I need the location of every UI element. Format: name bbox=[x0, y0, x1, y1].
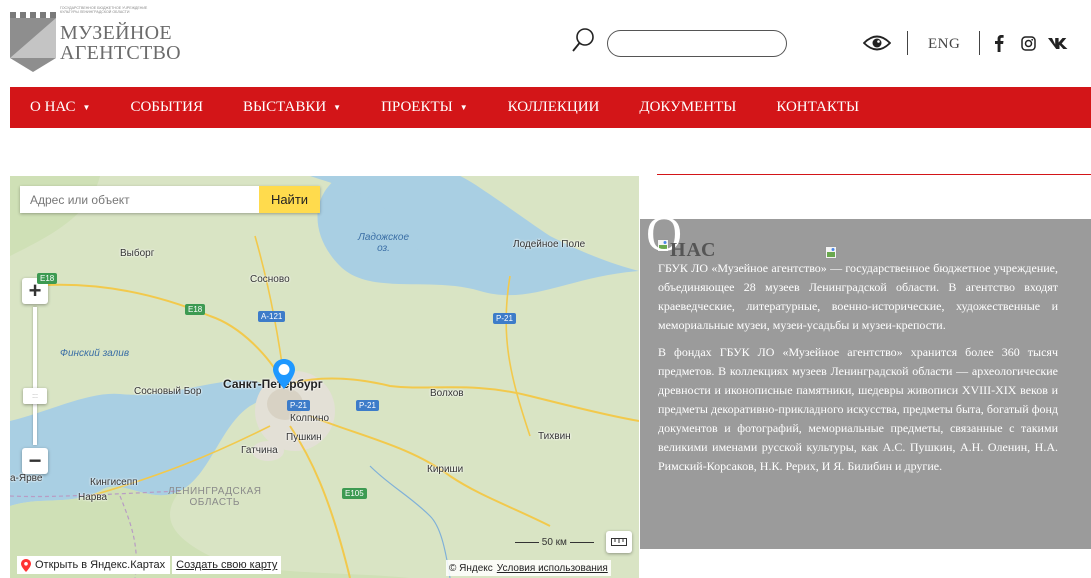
nav-item-projects[interactable]: ПРОЕКТЫ ▼ bbox=[381, 99, 468, 116]
map-search-bar: Найти bbox=[20, 186, 320, 213]
terms-of-use-link[interactable]: Условия использования bbox=[497, 563, 608, 574]
map-canvas bbox=[10, 176, 639, 578]
zoom-slider-track[interactable] bbox=[33, 307, 37, 445]
logo[interactable]: Государственное бюджетное учреждение кул… bbox=[9, 6, 181, 72]
map-label-volkhov: Волхов bbox=[430, 388, 464, 399]
road-badge: E18 bbox=[37, 273, 58, 284]
nav-item-label: О НАС bbox=[30, 99, 76, 115]
road-badge: P-21 bbox=[493, 313, 516, 324]
instagram-icon[interactable] bbox=[1019, 33, 1037, 53]
zoom-out-button[interactable]: − bbox=[22, 448, 48, 474]
map-label-gatchina: Гатчина bbox=[241, 445, 278, 456]
broken-image-icon bbox=[825, 246, 837, 259]
open-yandex-maps-link[interactable]: Открыть в Яндекс.Картах bbox=[17, 556, 171, 574]
map-label-sosnovo: Сосново bbox=[250, 274, 290, 285]
map-label-narva: Нарва bbox=[78, 492, 108, 503]
search-icon[interactable] bbox=[571, 27, 595, 53]
header-divider bbox=[907, 31, 908, 55]
about-panel: О НАС ГБУК ЛО «Музейное агентство» — гос… bbox=[640, 208, 1091, 549]
logo-caption: Государственное бюджетное учреждение кул… bbox=[60, 6, 148, 15]
road-badge: E105 bbox=[342, 488, 367, 499]
zoom-slider-handle[interactable]: ::: bbox=[23, 388, 47, 404]
road-badge: A-121 bbox=[258, 311, 286, 322]
map-label-kingisepp: Кингисепп bbox=[90, 477, 138, 488]
map-search-input[interactable] bbox=[20, 186, 259, 213]
map-label-vyborg: Выборг bbox=[120, 248, 155, 259]
open-yandex-maps-label: Открыть в Яндекс.Картах bbox=[35, 559, 166, 571]
map-scale-label: 50 км bbox=[541, 537, 567, 548]
main-nav: О НАС ▼ СОБЫТИЯ ВЫСТАВКИ ▼ ПРОЕКТЫ ▼ КОЛЛЕК… bbox=[10, 87, 1091, 128]
road-badge: P-21 bbox=[356, 400, 379, 411]
nav-item-label: ВЫСТАВКИ bbox=[242, 99, 327, 115]
nav-item-contacts[interactable]: КОНТАКТЫ bbox=[776, 99, 859, 116]
nav-item-documents[interactable]: ДОКУМЕНТЫ bbox=[639, 99, 736, 116]
about-paragraph: ГБУК ЛО «Музейное агентство» — государст… bbox=[658, 261, 1058, 332]
map-footer-links: Открыть в Яндекс.Картах Создать свою кар… bbox=[17, 556, 282, 574]
ruler-icon[interactable] bbox=[606, 531, 632, 553]
about-text: ГБУК ЛО «Музейное агентство» — государст… bbox=[658, 259, 1058, 484]
map-label-region: ЛЕНИНГРАДСКАЯ ОБЛАСТЬ bbox=[168, 486, 262, 508]
map-label-kolpino: Колпино bbox=[290, 413, 330, 424]
map-label-ladoga: Ладожское оз. bbox=[358, 232, 410, 254]
map-label-pushkin: Пушкин bbox=[286, 432, 322, 443]
vk-icon[interactable] bbox=[1046, 33, 1070, 53]
map-search-button[interactable]: Найти bbox=[259, 186, 320, 213]
yandex-pin-icon bbox=[21, 558, 31, 572]
nav-item-events[interactable]: СОБЫТИЯ bbox=[130, 99, 203, 116]
nav-item-exhibitions[interactable]: ВЫСТАВКИ ▼ bbox=[243, 99, 341, 116]
section-divider bbox=[657, 174, 1091, 175]
logo-title-line1: МУЗЕЙНОЕ bbox=[60, 22, 172, 44]
logo-title-line2: АГЕНТСТВО bbox=[60, 42, 181, 64]
map-scale: 50 км bbox=[515, 537, 594, 548]
map-label-tikhvin: Тихвин bbox=[538, 431, 571, 442]
search-input[interactable] bbox=[607, 30, 787, 57]
map-copyright: © Яндекс Условия использования bbox=[446, 560, 611, 576]
copyright-text: © Яндекс bbox=[449, 562, 493, 574]
site-header: Государственное бюджетное учреждение кул… bbox=[0, 0, 1091, 86]
road-badge: P-21 bbox=[287, 400, 310, 411]
nav-item-label: КОНТАКТЫ bbox=[776, 99, 860, 115]
map-label-sosnovy-bor: Сосновый Бор bbox=[134, 386, 202, 397]
eye-icon[interactable] bbox=[863, 34, 891, 52]
nav-item-label: КОЛЛЕКЦИИ bbox=[507, 99, 600, 115]
nav-item-label: ПРОЕКТЫ bbox=[381, 99, 453, 115]
language-switch[interactable]: ENG bbox=[928, 36, 960, 53]
about-paragraph: В фондах ГБУК ЛО «Музейное агентство» хр… bbox=[658, 345, 1058, 473]
map-label-lodeynoe-pole: Лодейное Поле bbox=[513, 239, 586, 250]
nav-item-label: СОБЫТИЯ bbox=[130, 99, 203, 115]
map-label-kirishi: Кириши bbox=[427, 464, 464, 475]
chevron-down-icon: ▼ bbox=[82, 103, 91, 112]
chevron-down-icon: ▼ bbox=[333, 103, 342, 112]
nav-item-collections[interactable]: КОЛЛЕКЦИИ bbox=[508, 99, 600, 116]
create-map-link[interactable]: Создать свою карту bbox=[172, 556, 282, 574]
map-pin-icon[interactable] bbox=[272, 358, 296, 390]
header-divider bbox=[979, 31, 980, 55]
map-label-yarve: а-Ярве bbox=[10, 473, 43, 484]
map-label-finnish-gulf: Финский залив bbox=[60, 348, 130, 359]
yandex-map[interactable]: Найти + ::: − Ладожское оз. Лодейное Пол… bbox=[10, 176, 639, 578]
road-badge: E18 bbox=[185, 304, 206, 315]
nav-item-label: ДОКУМЕНТЫ bbox=[639, 99, 737, 115]
facebook-icon[interactable] bbox=[993, 33, 1005, 53]
chevron-down-icon: ▼ bbox=[459, 103, 468, 112]
logo-emblem-icon bbox=[10, 12, 56, 72]
nav-item-about[interactable]: О НАС ▼ bbox=[30, 99, 90, 116]
